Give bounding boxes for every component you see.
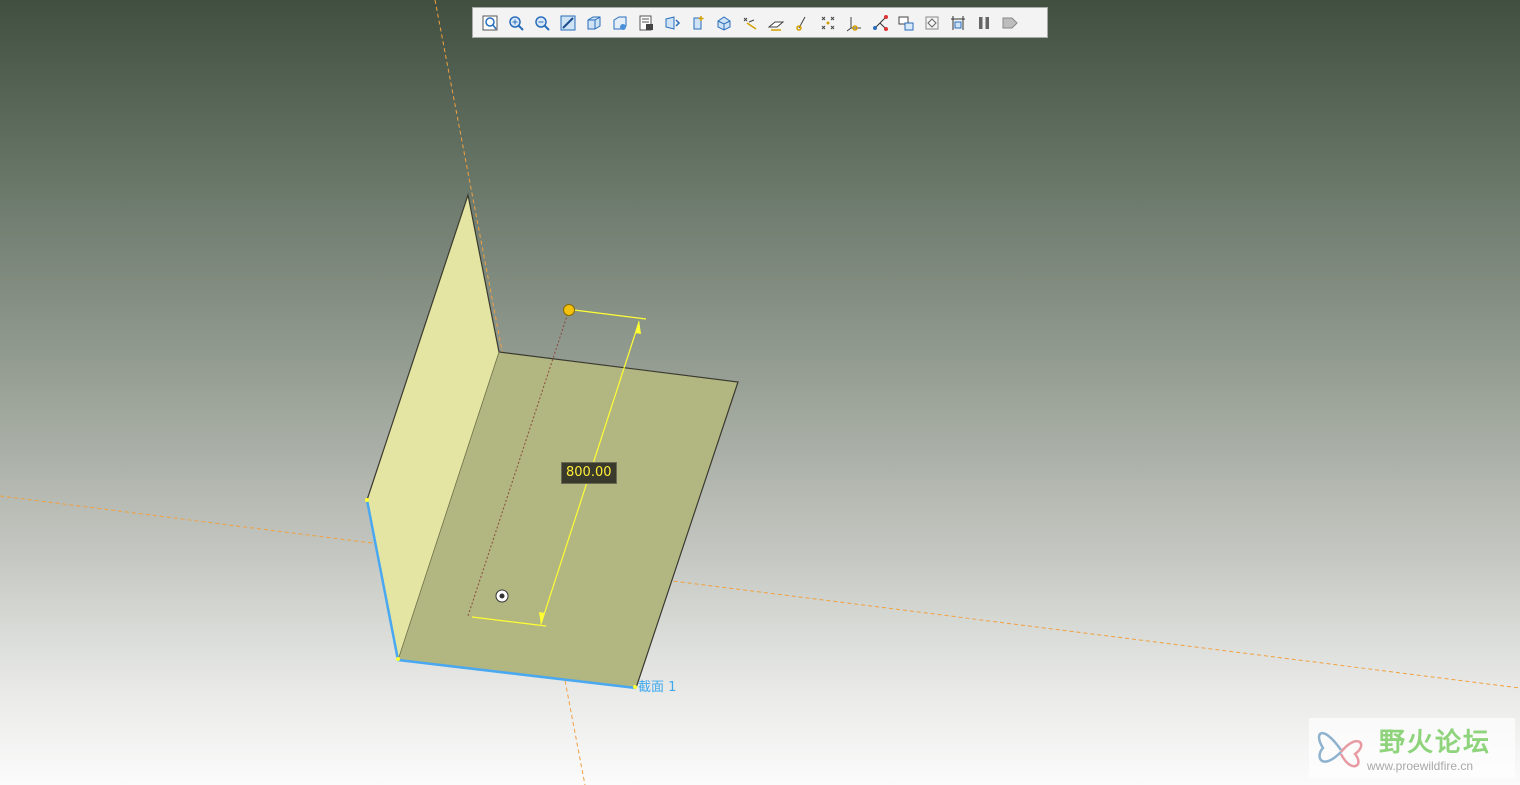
zoom-in-icon <box>509 15 524 31</box>
section-label: 截面 1 <box>638 680 677 695</box>
spin-center-button[interactable] <box>685 10 711 36</box>
saved-views-button[interactable] <box>607 10 633 36</box>
axis-display-icon <box>767 21 785 31</box>
refit-view-icon <box>482 15 498 30</box>
point-display-button[interactable] <box>789 10 815 36</box>
spin-center-icon <box>693 15 704 29</box>
edge-endpoint <box>365 498 369 502</box>
refit-view-button[interactable] <box>477 10 503 36</box>
pause-icon <box>979 16 989 29</box>
view-manager-button[interactable] <box>633 10 659 36</box>
display-style-button[interactable] <box>581 10 607 36</box>
spin-center-dot <box>499 593 505 599</box>
exit-icon <box>1002 17 1018 28</box>
layer-button[interactable] <box>893 10 919 36</box>
drag-handle[interactable] <box>563 304 575 316</box>
annotation-display-icon <box>717 15 731 31</box>
perspective-view-icon <box>665 15 681 30</box>
appearance-button[interactable] <box>867 10 893 36</box>
saved-views-icon <box>613 16 627 30</box>
edge-endpoint <box>396 657 400 661</box>
watermark: 野火论坛 www.proewildfire.cn <box>1309 718 1515 778</box>
annotation-display-button[interactable] <box>711 10 737 36</box>
zoom-in-button[interactable] <box>503 10 529 36</box>
model-viewport[interactable] <box>0 0 1520 785</box>
dimension-value[interactable]: 800.00 <box>561 462 617 484</box>
plane-display-icon <box>743 17 757 30</box>
regenerate-icon <box>925 16 939 29</box>
csys-display-icon <box>821 16 835 29</box>
repaint-button[interactable] <box>555 10 581 36</box>
dimension-extension-top <box>573 309 647 320</box>
display-style-icon <box>587 16 601 29</box>
repaint-icon <box>560 15 576 30</box>
csys-display-button[interactable] <box>815 10 841 36</box>
dimension-arrow-top <box>635 320 641 334</box>
sketch-display-button[interactable] <box>841 10 867 36</box>
point-display-icon <box>796 16 806 31</box>
view-manager-icon <box>639 15 653 30</box>
pause-button[interactable] <box>971 10 997 36</box>
view-toolbar <box>472 7 1048 38</box>
perspective-view-button[interactable] <box>659 10 685 36</box>
zoom-out-button[interactable] <box>529 10 555 36</box>
watermark-url: www.proewildfire.cn <box>1367 759 1474 773</box>
edge-endpoint <box>633 685 637 689</box>
axis-display-button[interactable] <box>763 10 789 36</box>
zoom-out-icon <box>535 15 550 31</box>
butterfly-logo-icon <box>1317 732 1363 768</box>
exit-button[interactable] <box>997 10 1023 36</box>
analysis-button[interactable] <box>945 10 971 36</box>
analysis-icon <box>951 15 965 30</box>
datum-axis-horizontal <box>0 495 1520 689</box>
sketch-display-icon <box>846 16 861 31</box>
appearance-icon <box>873 14 888 31</box>
plane-display-button[interactable] <box>737 10 763 36</box>
regenerate-button[interactable] <box>919 10 945 36</box>
watermark-title: 野火论坛 <box>1379 728 1492 758</box>
layer-icon <box>898 16 914 30</box>
